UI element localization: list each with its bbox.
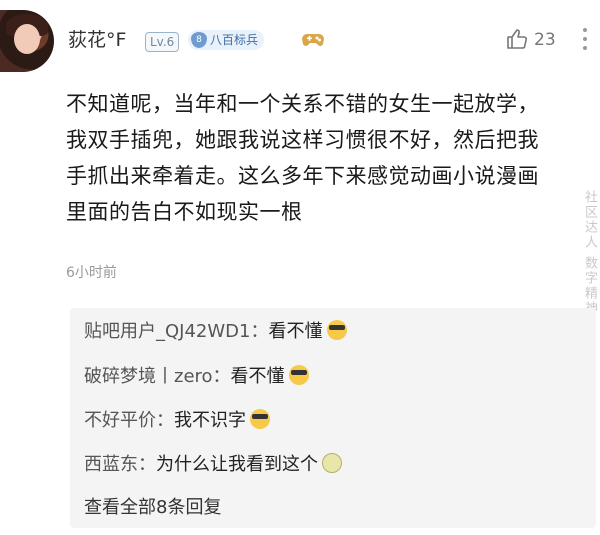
avatar-face [14,24,40,54]
reply-separator: ： [250,321,269,342]
reply-author[interactable]: 贴吧用户_QJ42WD1 [84,321,251,342]
reply-separator: ： [212,366,231,387]
cool-emoji-icon [250,409,270,429]
reply-text: 看不懂 [230,366,285,387]
level-badge: Lv.6 [145,32,180,52]
reply-separator: ： [138,454,156,475]
gamepad-icon [302,34,324,46]
reply-item[interactable]: 破碎梦境丨zero：看不懂 [84,363,309,391]
thumbs-up-icon[interactable] [506,28,528,50]
post-line: 不知道呢，当年和一个关系不错的女生一起放学， [66,92,539,116]
bun-emoji-icon [322,453,342,473]
reply-separator: ： [156,410,174,431]
rank-badge[interactable]: 8 八百标兵 [188,30,265,50]
like-count: 23 [534,30,556,50]
avatar[interactable] [0,10,54,72]
watermark: 社区达人 数字精神 [582,190,597,317]
reply-text: 我不识字 [174,410,246,431]
shield-icon: 8 [191,32,207,48]
reply-author[interactable]: 不好平价 [84,410,156,431]
reply-author[interactable]: 西蓝东 [84,454,138,475]
reply-item[interactable]: 贴吧用户_QJ42WD1：看不懂 [84,318,347,346]
reply-item[interactable]: 西蓝东：为什么让我看到这个 [84,451,342,479]
username[interactable]: 荻花°F [68,28,126,52]
post-line: 我双手插兜，她跟我说这样习惯很不好，然后把我 [66,128,539,152]
cool-emoji-icon [326,320,347,340]
reply-text: 看不懂 [268,321,323,342]
reply-text: 为什么让我看到这个 [156,454,318,475]
reply-author[interactable]: 破碎梦境丨zero [84,366,213,387]
rank-title: 八百标兵 [210,33,259,47]
post-content: 不知道呢，当年和一个关系不错的女生一起放学， 我双手插兜，她跟我说这样习惯很不好… [66,86,586,230]
post-card: 荻花°F Lv.6 8 八百标兵 23 不知道呢，当年和一个关系不错的女生一起放… [0,0,600,535]
cool-emoji-icon [288,365,309,385]
reply-item[interactable]: 不好平价：我不识字 [84,407,270,435]
more-options-icon[interactable] [582,28,588,52]
post-line: 里面的告白不如现实一根 [66,200,303,224]
post-time: 6小时前 [66,265,117,281]
view-all-replies-link[interactable]: 查看全部8条回复 [84,494,221,522]
post-line: 手抓出来牵着走。这么多年下来感觉动画小说漫画 [66,164,539,188]
